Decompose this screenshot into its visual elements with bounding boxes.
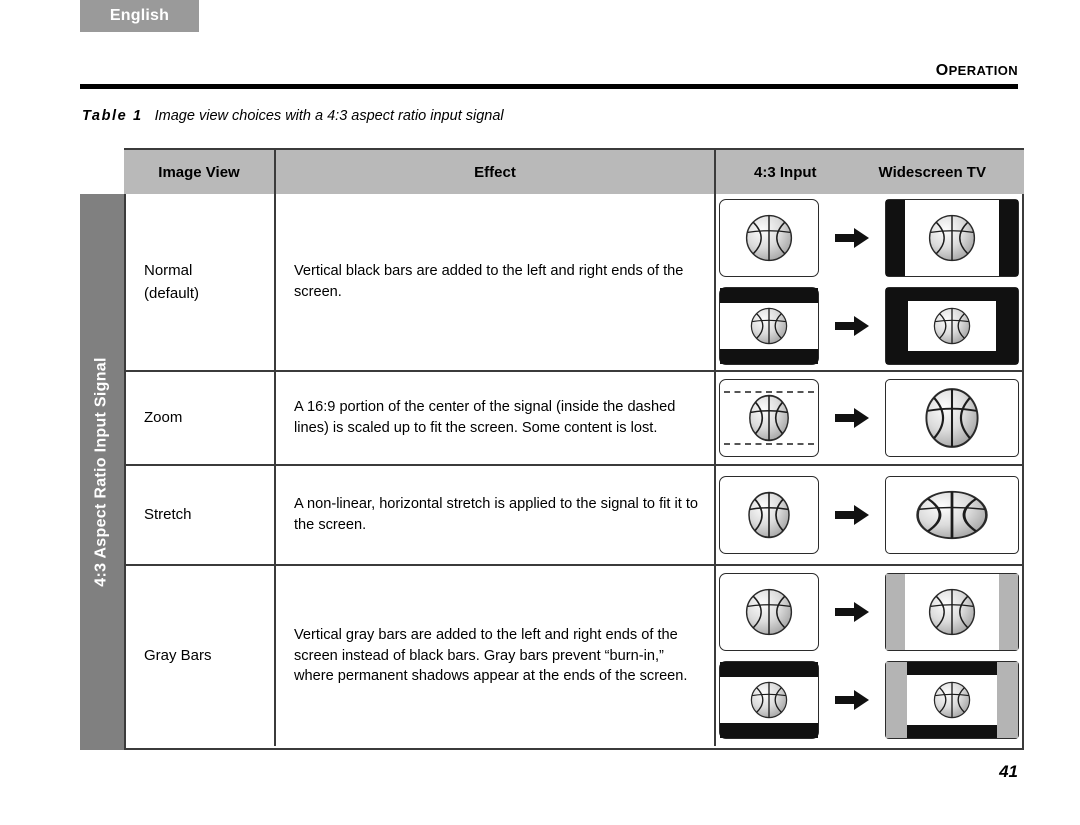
figure-pair-letterboxed [719, 287, 1019, 365]
row-figure-stretch [716, 466, 1022, 564]
basketball-icon [749, 394, 789, 442]
source-screen-4x3-letterboxed [719, 287, 819, 365]
output-screen-16x9-windowboxed [885, 287, 1019, 365]
basketball-icon [925, 388, 979, 448]
table-caption: Table 1 Image view choices with a 4:3 asp… [82, 108, 504, 124]
source-screen-4x3-dashed-crop [719, 379, 819, 457]
figure-pair-fullframe [719, 199, 1019, 277]
screen-content [886, 288, 1018, 364]
table-caption-text: Image view choices with a 4:3 aspect rat… [154, 108, 504, 124]
source-screen-4x3 [719, 199, 819, 277]
figure-pair-stretch [719, 476, 1019, 554]
table-row: Normal (default) Vertical black bars are… [126, 194, 1022, 372]
table-side-label: 4:3 Aspect Ratio Input Signal [80, 194, 124, 750]
image-view-table: Image View Effect 4:3 Input Widescreen T… [80, 148, 1024, 750]
row-name-line1: Gray Bars [144, 647, 212, 665]
screen-content [720, 200, 818, 276]
basketball-icon [750, 681, 788, 719]
row-name-line1: Zoom [144, 409, 183, 427]
row-effect-normal: Vertical black bars are added to the lef… [276, 194, 716, 370]
row-name-stretch: Stretch [126, 466, 276, 564]
figure-pair-zoom [719, 379, 1019, 457]
figure-pair-fullframe-gray [719, 573, 1019, 651]
arrow-right-icon [835, 408, 869, 428]
row-effect-stretch: A non-linear, horizontal stretch is appl… [276, 466, 716, 564]
screen-content [886, 574, 1018, 650]
basketball-icon [745, 588, 793, 636]
table-header-image-view: Image View [124, 150, 276, 194]
screen-content [886, 200, 1018, 276]
row-name-line1: Normal [144, 261, 193, 279]
basketball-icon [928, 588, 976, 636]
screen-content [720, 574, 818, 650]
source-screen-4x3 [719, 573, 819, 651]
table-header-input: 4:3 Input [754, 163, 817, 181]
document-page: English OPERATION Table 1 Image view choi… [0, 0, 1080, 825]
basketball-icon [916, 490, 988, 540]
row-effect-gray-bars: Vertical gray bars are added to the left… [276, 566, 716, 746]
screen-content [720, 380, 818, 456]
running-head: OPERATION [936, 62, 1018, 80]
output-screen-16x9-zoomed [885, 379, 1019, 457]
figure-pair-letterboxed-gray [719, 661, 1019, 739]
basketball-icon [745, 214, 793, 262]
screen-content [886, 662, 1018, 738]
basketball-icon [933, 307, 971, 345]
table-header-figures: 4:3 Input Widescreen TV [716, 150, 1024, 194]
language-tab-label: English [109, 7, 170, 24]
header-rule [80, 84, 1018, 89]
basketball-icon [750, 307, 788, 345]
screen-content [720, 662, 818, 738]
basketball-icon [933, 681, 971, 719]
row-figure-gray-bars [716, 566, 1022, 746]
output-screen-16x9-stretched [885, 476, 1019, 554]
table-header-widescreen: Widescreen TV [878, 163, 986, 181]
source-screen-4x3 [719, 476, 819, 554]
row-name-line1: Stretch [144, 506, 192, 524]
row-figure-zoom [716, 372, 1022, 464]
table-header-effect: Effect [276, 150, 716, 194]
screen-content [886, 477, 1018, 553]
screen-content [720, 477, 818, 553]
table-row: Stretch A non-linear, horizontal stretch… [126, 466, 1022, 566]
row-figure-normal [716, 194, 1022, 370]
row-name-normal: Normal (default) [126, 194, 276, 370]
arrow-right-icon [835, 228, 869, 248]
row-name-zoom: Zoom [126, 372, 276, 464]
row-name-line2: (default) [144, 285, 200, 302]
table-side-label-text: 4:3 Aspect Ratio Input Signal [93, 357, 110, 587]
basketball-icon [928, 214, 976, 262]
source-screen-4x3-letterboxed [719, 661, 819, 739]
basketball-icon [748, 491, 790, 539]
running-head-rest: PERATION [948, 63, 1018, 78]
screen-content [886, 380, 1018, 456]
output-screen-16x9-blackbars [885, 199, 1019, 277]
table-body: Normal (default) Vertical black bars are… [124, 194, 1024, 750]
screen-content [720, 288, 818, 364]
arrow-right-icon [835, 316, 869, 336]
table-row: Gray Bars Vertical gray bars are added t… [126, 566, 1022, 746]
page-number: 41 [999, 762, 1018, 781]
output-screen-16x9-graybars-letterboxed [885, 661, 1019, 739]
table-row: Zoom A 16:9 portion of the center of the… [126, 372, 1022, 466]
row-name-gray-bars: Gray Bars [126, 566, 276, 746]
running-head-initial: O [935, 62, 949, 79]
language-tab: English [80, 0, 199, 32]
arrow-right-icon [835, 602, 869, 622]
arrow-right-icon [835, 690, 869, 710]
table-header-row: Image View Effect 4:3 Input Widescreen T… [124, 148, 1024, 194]
row-effect-zoom: A 16:9 portion of the center of the sign… [276, 372, 716, 464]
table-caption-label: Table 1 [82, 108, 143, 124]
arrow-right-icon [835, 505, 869, 525]
output-screen-16x9-graybars [885, 573, 1019, 651]
